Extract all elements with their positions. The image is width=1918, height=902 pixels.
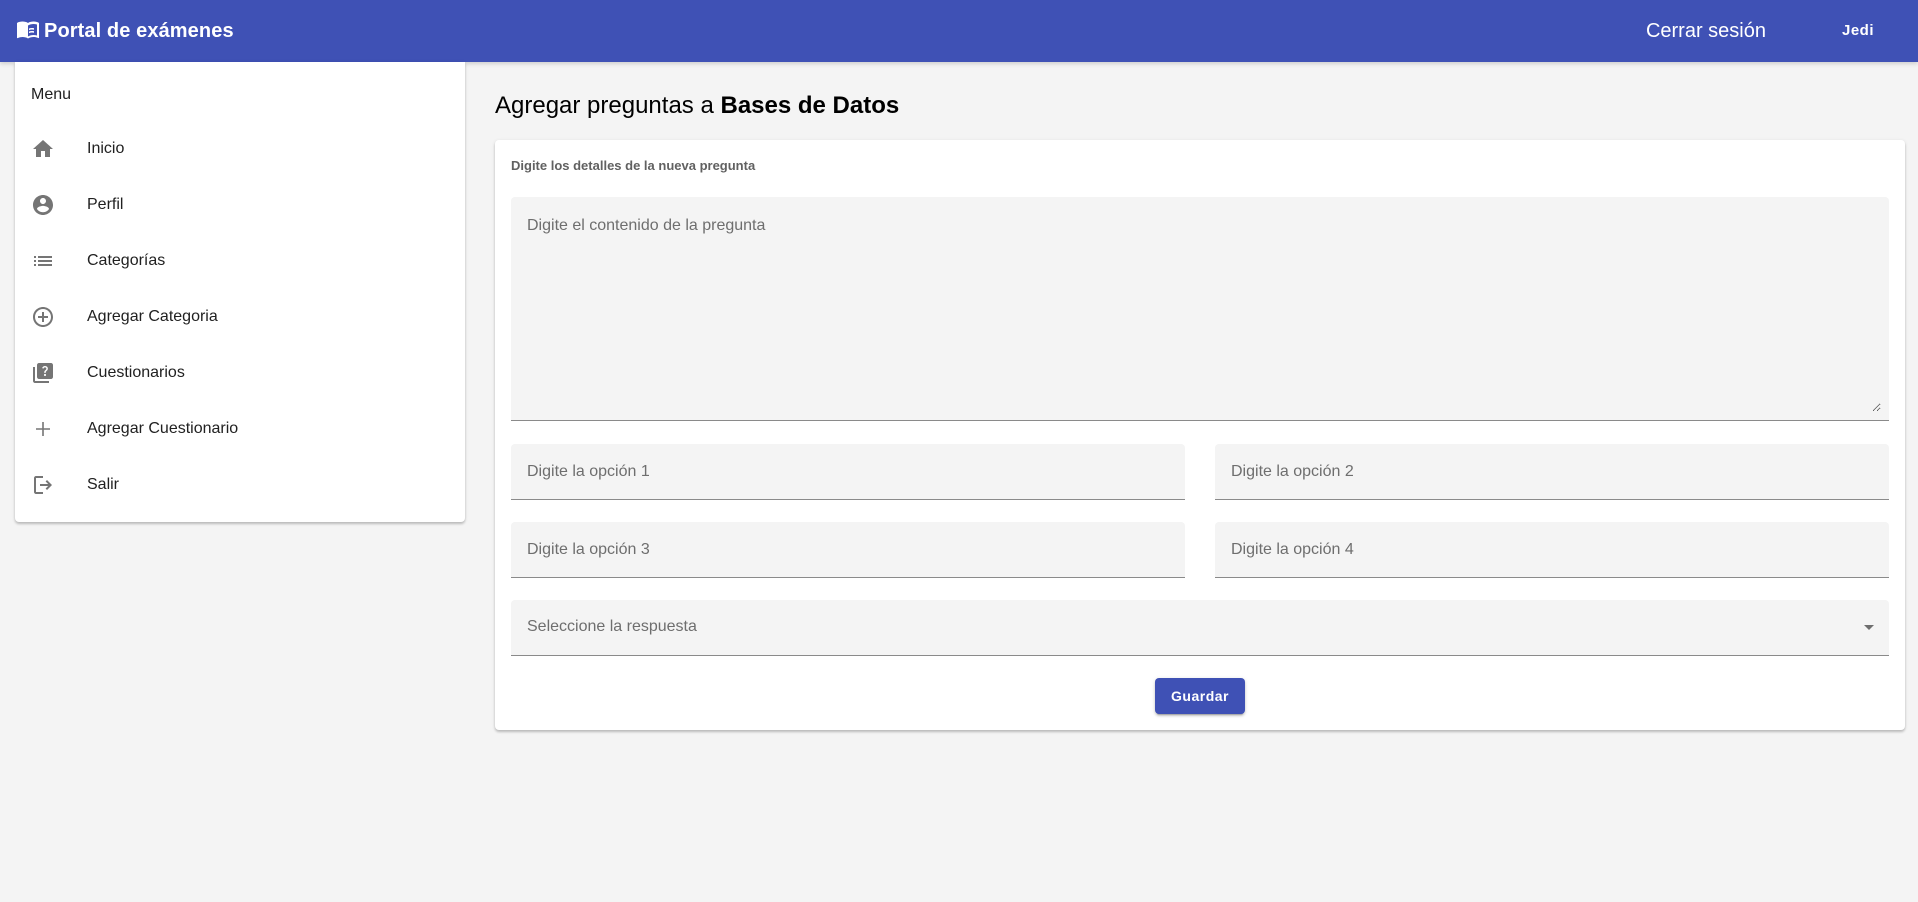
account-circle-icon <box>31 193 55 217</box>
add-icon <box>31 417 55 441</box>
app-title: Portal de exámenes <box>44 19 234 42</box>
option-2-field[interactable] <box>1215 444 1889 500</box>
option-4-input[interactable] <box>1231 522 1873 577</box>
sidebar-item-label: Salir <box>87 476 120 493</box>
sidebar-item-cuestionarios[interactable]: Cuestionarios <box>15 349 465 397</box>
sidebar-item-label: Agregar Categoria <box>87 308 218 325</box>
page-title: Agregar preguntas a Bases de Datos <box>495 92 899 120</box>
page-title-category: Bases de Datos <box>720 92 900 119</box>
sidebar-header: Menu <box>31 86 72 103</box>
sidebar-item-inicio[interactable]: Inicio <box>15 125 465 173</box>
sidebar-item-categorias[interactable]: Categorías <box>15 237 465 285</box>
answer-select-label: Seleccione la respuesta <box>527 618 697 635</box>
user-button[interactable]: Jedi <box>1820 13 1896 49</box>
sidebar-item-agregar-categoria[interactable]: Agregar Categoria <box>15 293 465 341</box>
sidebar-item-label: Inicio <box>87 140 125 157</box>
option-2-input[interactable] <box>1231 444 1873 499</box>
question-content-input[interactable] <box>527 217 1881 412</box>
sidebar-item-agregar-cuestionario[interactable]: Agregar Cuestionario <box>15 405 465 453</box>
home-icon <box>31 137 55 161</box>
sidebar-item-salir[interactable]: Salir <box>15 461 465 509</box>
quiz-icon <box>31 361 55 385</box>
logout-button[interactable]: Cerrar sesión <box>1630 13 1782 49</box>
logout-icon <box>31 473 55 497</box>
save-button[interactable]: Guardar <box>1155 678 1245 714</box>
top-toolbar: Portal de exámenes Cerrar sesión Jedi <box>0 0 1918 62</box>
brand: Portal de exámenes <box>0 20 234 43</box>
chevron-down-icon <box>1864 625 1874 630</box>
sidebar-item-label: Categorías <box>87 252 166 269</box>
answer-select[interactable]: Seleccione la respuesta <box>511 600 1889 656</box>
list-icon <box>31 249 55 273</box>
option-1-field[interactable] <box>511 444 1185 500</box>
page-title-prefix: Agregar preguntas a <box>495 92 714 119</box>
sidebar-item-perfil[interactable]: Perfil <box>15 181 465 229</box>
option-3-input[interactable] <box>527 522 1169 577</box>
sidebar: Menu Inicio Perfil Categorías Agregar Ca… <box>15 62 465 522</box>
option-3-field[interactable] <box>511 522 1185 578</box>
form-subtitle: Digite los detalles de la nueva pregunta <box>511 158 756 173</box>
question-form-card: Digite los detalles de la nueva pregunta… <box>495 140 1905 730</box>
sidebar-item-label: Agregar Cuestionario <box>87 420 239 437</box>
option-1-input[interactable] <box>527 444 1169 499</box>
sidebar-item-label: Perfil <box>87 196 124 213</box>
option-4-field[interactable] <box>1215 522 1889 578</box>
menu-book-icon <box>17 21 39 39</box>
sidebar-item-label: Cuestionarios <box>87 364 185 381</box>
question-content-field[interactable] <box>511 197 1889 421</box>
add-circle-outline-icon <box>31 305 55 329</box>
